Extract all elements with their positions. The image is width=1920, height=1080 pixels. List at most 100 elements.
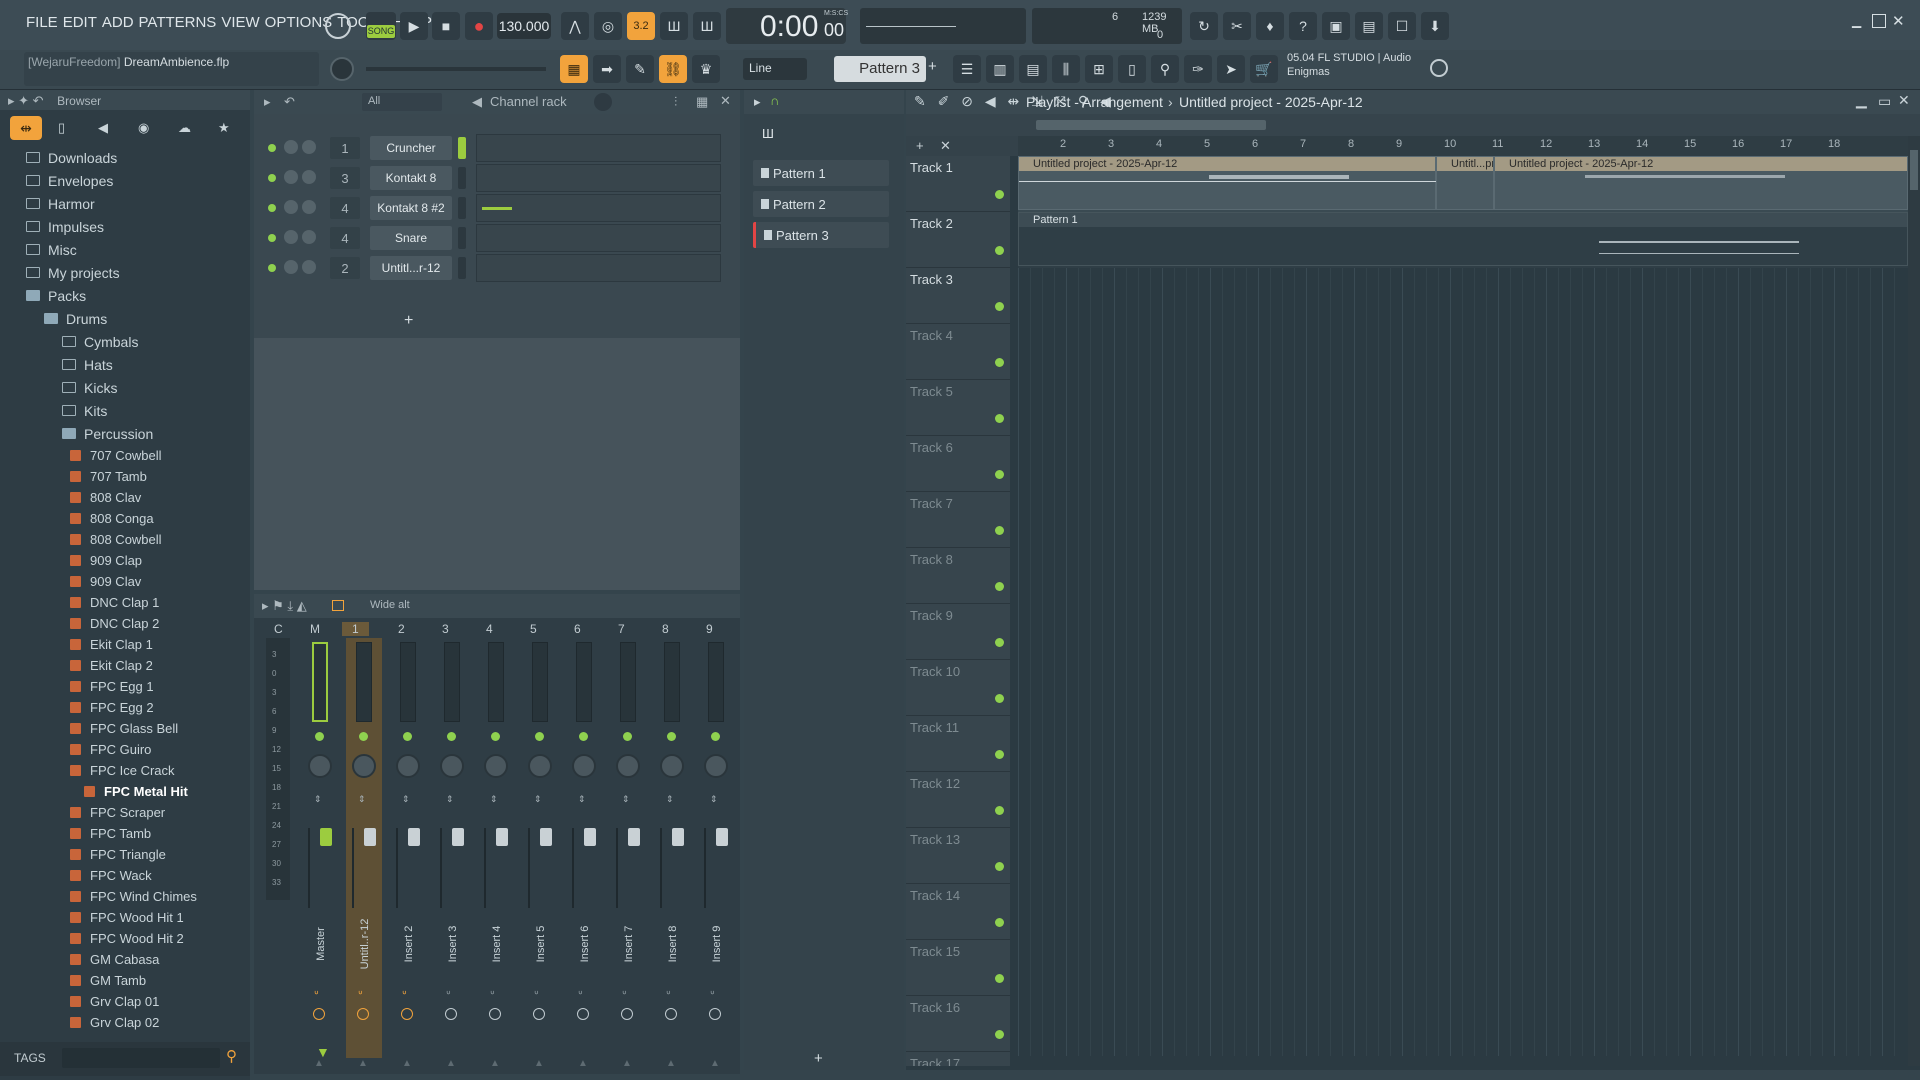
picker-piano-icon[interactable]: Ш — [762, 126, 774, 141]
channel-pan-knob[interactable] — [284, 200, 298, 214]
audio-editor-icon[interactable]: ✑ — [1184, 55, 1212, 83]
audio-clip-1[interactable]: Untitled project - 2025-Apr-12 — [1018, 156, 1437, 210]
browser-file[interactable]: FPC Tamb — [0, 823, 250, 844]
send-arrow-icon[interactable]: ▲ — [490, 1058, 500, 1069]
insert-led-icon[interactable] — [711, 732, 720, 741]
volume-fader-handle[interactable] — [320, 828, 332, 846]
pan-knob[interactable] — [352, 754, 376, 778]
mixer-header-label[interactable]: 2 — [398, 622, 405, 636]
mixer-header-label[interactable]: C — [274, 622, 283, 636]
volume-fader[interactable] — [352, 828, 354, 908]
route-icon[interactable] — [577, 1008, 589, 1020]
channel-rack-arrow-icon[interactable]: ▸ — [264, 94, 271, 110]
volume-fader-handle[interactable] — [716, 828, 728, 846]
browser-arrows-icon[interactable]: ▸ ✦ ↶ — [8, 93, 44, 108]
insert-led-icon[interactable] — [579, 732, 588, 741]
channel-rack-close-icon[interactable]: ✕ — [720, 93, 731, 109]
chat-icon[interactable]: ☐ — [1388, 12, 1416, 40]
browser-file[interactable]: 909 Clav — [0, 571, 250, 592]
stereo-separation-icon[interactable]: ⇕ — [446, 794, 454, 805]
browser-tab-cloud-icon[interactable]: ☁ — [178, 120, 191, 136]
channel-led-icon[interactable] — [268, 204, 276, 212]
track-mute-led-icon[interactable] — [995, 470, 1004, 479]
mixer-header-label[interactable]: 3 — [442, 622, 449, 636]
volume-fader-handle[interactable] — [584, 828, 596, 846]
pan-knob[interactable] — [616, 754, 640, 778]
pat-song-switch[interactable]: SONG — [366, 12, 396, 40]
menu-item-edit[interactable]: EDIT — [63, 14, 97, 38]
time-display[interactable]: 0:00 00 M:S:CS — [726, 8, 848, 44]
insert-led-icon[interactable] — [623, 732, 632, 741]
volume-fader[interactable] — [484, 828, 486, 908]
tags-label[interactable]: TAGS — [14, 1051, 46, 1065]
route-icon[interactable] — [489, 1008, 501, 1020]
mixer-arrow-icon[interactable]: ▸ ⚑ ⤓ ◭ — [262, 598, 307, 614]
browser-file[interactable]: 808 Clav — [0, 487, 250, 508]
track-header[interactable]: Track 10 — [906, 660, 1010, 716]
pan-knob[interactable] — [704, 754, 728, 778]
route-icon[interactable] — [357, 1008, 369, 1020]
channel-pan-knob[interactable] — [284, 260, 298, 274]
volume-fader-handle[interactable] — [364, 828, 376, 846]
grid-view-icon[interactable]: ▦ — [696, 94, 708, 110]
countdown-icon[interactable]: 3.2 — [627, 12, 655, 40]
mixer-insert-strip[interactable]: ⇕ Insert 2 ᐡ ▲ — [390, 638, 426, 1069]
browser-file[interactable]: FPC Wood Hit 1 — [0, 907, 250, 928]
route-icon[interactable] — [533, 1008, 545, 1020]
insert-led-icon[interactable] — [403, 732, 412, 741]
playlist-grid[interactable]: Untitled project - 2025-Apr-12 Untitl...… — [1018, 156, 1908, 1066]
browser-icon[interactable]: ▯ — [1118, 55, 1146, 83]
magnet-icon[interactable]: ∩ — [770, 93, 779, 108]
browser-file[interactable]: FPC Ice Crack — [0, 760, 250, 781]
pattern-item[interactable]: Pattern 1 — [753, 160, 889, 186]
record-arm-icon[interactable]: ᐡ — [358, 988, 363, 1002]
channel-volume-knob[interactable] — [302, 140, 316, 154]
track-header[interactable]: Track 16 — [906, 996, 1010, 1052]
channel-step-area[interactable] — [476, 224, 721, 252]
picker-arrow-icon[interactable]: ▸ — [754, 94, 761, 110]
insert-led-icon[interactable] — [359, 732, 368, 741]
pan-knob[interactable] — [572, 754, 596, 778]
export-icon[interactable]: ⬇ — [1421, 12, 1449, 40]
help-icon[interactable]: ? — [1289, 12, 1317, 40]
browser-file[interactable]: FPC Wood Hit 2 — [0, 928, 250, 949]
shop-icon[interactable]: 🛒 — [1250, 55, 1278, 83]
pan-knob[interactable] — [396, 754, 420, 778]
browser-file[interactable]: FPC Scraper — [0, 802, 250, 823]
track-mute-led-icon[interactable] — [995, 638, 1004, 647]
stamp-icon[interactable]: ♛ — [692, 55, 720, 83]
channel-mixer-track[interactable]: 4 — [330, 197, 360, 219]
mixer-insert-strip[interactable]: ⇕ Insert 4 ᐡ ▲ — [478, 638, 514, 1069]
channel-rack-undo-icon[interactable]: ↶ — [284, 94, 295, 110]
browser-file[interactable]: FPC Guiro — [0, 739, 250, 760]
send-arrow-icon[interactable]: ▲ — [534, 1058, 544, 1069]
browser-file[interactable]: 808 Conga — [0, 508, 250, 529]
vertical-scrollbar[interactable] — [1908, 136, 1920, 1066]
browser-file[interactable]: FPC Wind Chimes — [0, 886, 250, 907]
add-pattern-picker-button[interactable]: + — [814, 1050, 823, 1067]
browser-file[interactable]: GM Cabasa — [0, 949, 250, 970]
browser-folder-cymbals[interactable]: Cymbals — [0, 330, 250, 353]
browser-file[interactable]: FPC Glass Bell — [0, 718, 250, 739]
track-header[interactable]: Track 13 — [906, 828, 1010, 884]
pan-knob[interactable] — [440, 754, 464, 778]
channel-mixer-track[interactable]: 4 — [330, 227, 360, 249]
send-arrow-icon[interactable]: ▲ — [578, 1058, 588, 1069]
mixer-header-label[interactable]: 7 — [618, 622, 625, 636]
tempo-display[interactable]: 130.000 — [497, 13, 551, 39]
pencil-icon[interactable]: ✎ — [626, 55, 654, 83]
browser-file[interactable]: FPC Wack — [0, 865, 250, 886]
track-mute-led-icon[interactable] — [995, 918, 1004, 927]
channel-select-indicator[interactable] — [458, 167, 466, 189]
browser-tab-files-icon[interactable]: ▯ — [58, 120, 65, 136]
insert-led-icon[interactable] — [491, 732, 500, 741]
channel-rack-icon[interactable]: ▤ — [1019, 55, 1047, 83]
channel-step-area[interactable] — [476, 164, 721, 192]
browser-folder-kits[interactable]: Kits — [0, 399, 250, 422]
channel-led-icon[interactable] — [268, 234, 276, 242]
track-header[interactable]: Track 15 — [906, 940, 1010, 996]
mixer-header-label[interactable]: 4 — [486, 622, 493, 636]
record-arm-icon[interactable]: ᐡ — [578, 988, 583, 1002]
stereo-separation-icon[interactable]: ⇕ — [358, 794, 366, 805]
save-icon[interactable]: ▣ — [1322, 12, 1350, 40]
